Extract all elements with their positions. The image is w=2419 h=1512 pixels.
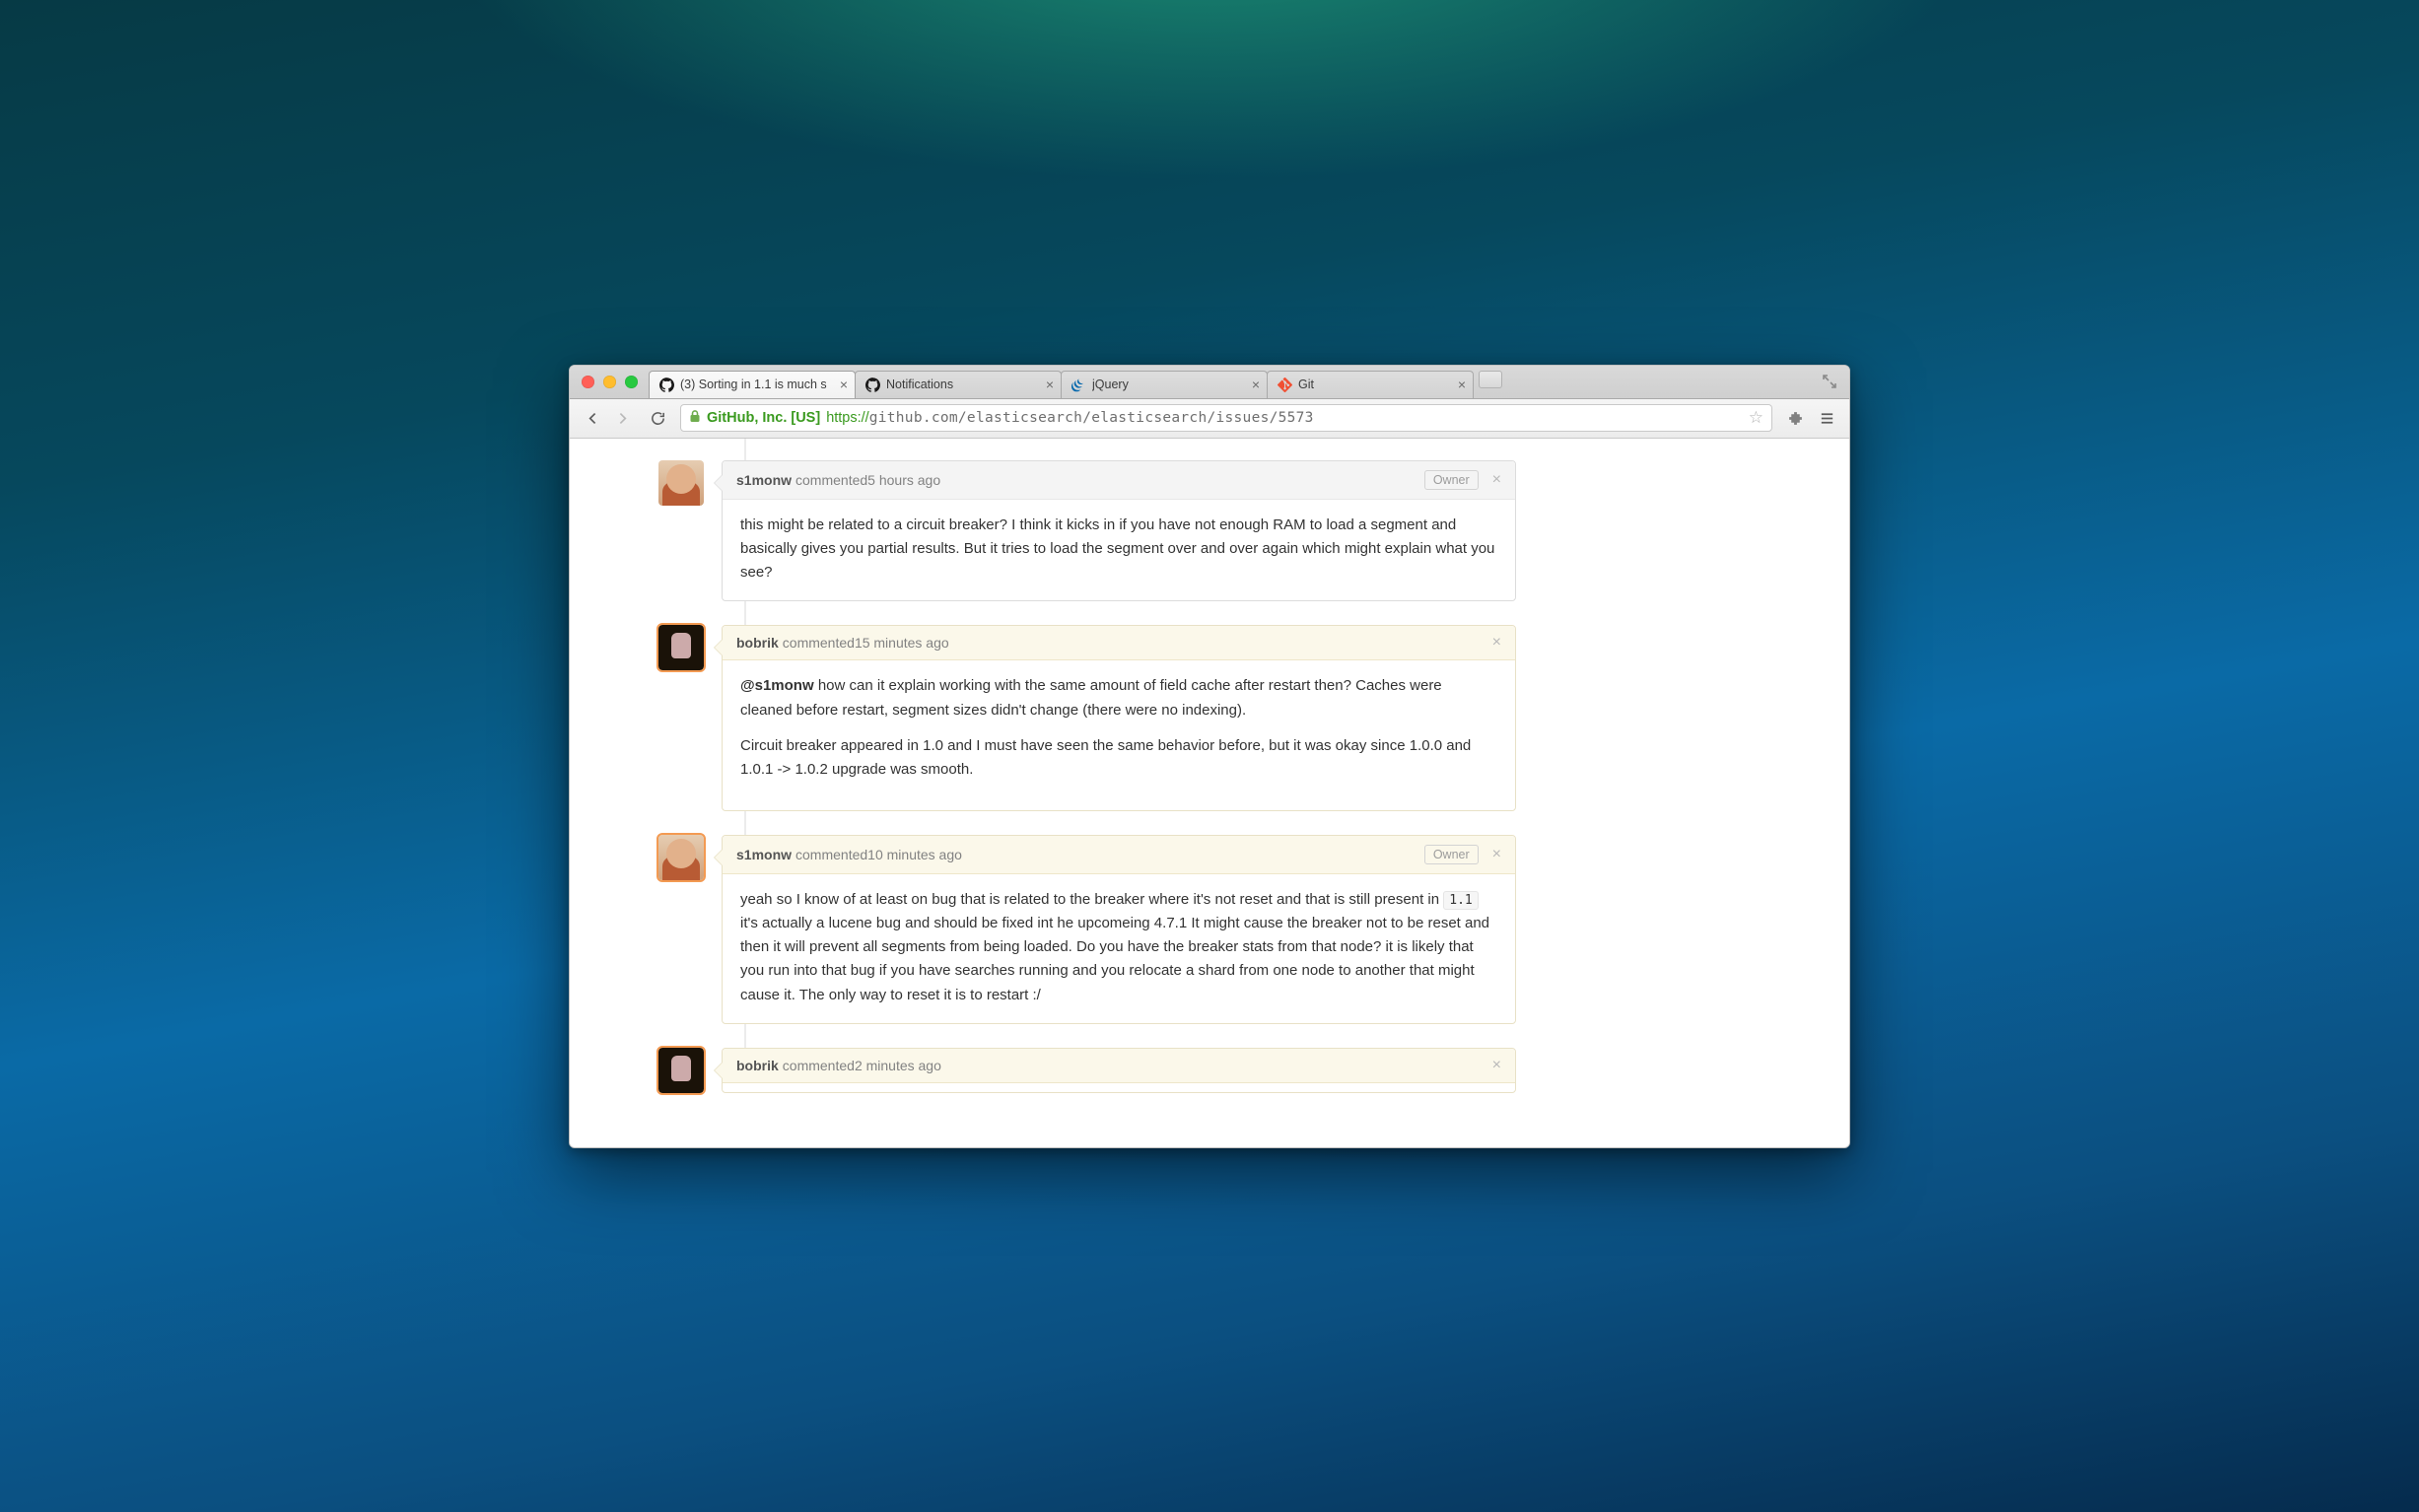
browser-window: (3) Sorting in 1.1 is much s×Notificatio… bbox=[569, 365, 1850, 1148]
comment-body: @s1monw how can it explain working with … bbox=[723, 660, 1515, 809]
comment-author[interactable]: bobrik bbox=[736, 1058, 779, 1073]
issue-comment: s1monwcommented 10 minutes ago Owner × yeah… bbox=[658, 835, 1516, 1024]
browser-tab[interactable]: Notifications × bbox=[855, 371, 1062, 398]
new-tab-button[interactable] bbox=[1479, 371, 1502, 388]
tab-title: Notifications bbox=[886, 378, 953, 391]
commented-label: commented bbox=[795, 472, 867, 488]
github-favicon-icon bbox=[659, 378, 674, 392]
comment-bubble: s1monwcommented 5 hours ago Owner × this mi… bbox=[722, 460, 1516, 602]
tab-strip: (3) Sorting in 1.1 is much s×Notificatio… bbox=[570, 366, 1849, 399]
delete-comment-icon[interactable]: × bbox=[1492, 847, 1501, 862]
forward-button[interactable] bbox=[609, 405, 635, 431]
git-favicon-icon bbox=[1278, 378, 1292, 392]
zoom-window-button[interactable] bbox=[625, 376, 638, 388]
delete-comment-icon[interactable]: × bbox=[1492, 635, 1501, 651]
comment-author[interactable]: bobrik bbox=[736, 635, 779, 651]
owner-badge: Owner bbox=[1424, 845, 1479, 864]
close-tab-icon[interactable]: × bbox=[1046, 378, 1054, 391]
comment-bubble: s1monwcommented 10 minutes ago Owner × yeah… bbox=[722, 835, 1516, 1024]
tab-title: (3) Sorting in 1.1 is much s bbox=[680, 378, 827, 391]
browser-tab[interactable]: jQuery × bbox=[1061, 371, 1268, 398]
back-button[interactable] bbox=[580, 405, 605, 431]
commented-label: commented bbox=[783, 1058, 855, 1073]
avatar[interactable] bbox=[658, 625, 704, 670]
commented-label: commented bbox=[795, 847, 867, 862]
close-tab-icon[interactable]: × bbox=[1252, 378, 1260, 391]
ev-cert-label: GitHub, Inc. [US] bbox=[707, 410, 820, 426]
avatar[interactable] bbox=[658, 1048, 704, 1093]
github-favicon-icon bbox=[865, 378, 880, 392]
comment-header: s1monwcommented 5 hours ago Owner × bbox=[723, 461, 1515, 500]
comment-timestamp[interactable]: 2 minutes ago bbox=[855, 1058, 941, 1073]
jquery-favicon-icon bbox=[1071, 378, 1086, 392]
comment-body: yeah so I know of at least on bug that i… bbox=[723, 874, 1515, 1023]
extensions-button[interactable] bbox=[1782, 405, 1808, 431]
tab-title: Git bbox=[1298, 378, 1314, 391]
comment-body: this might be related to a circuit break… bbox=[723, 500, 1515, 601]
issue-comment: s1monwcommented 5 hours ago Owner × this mi… bbox=[658, 460, 1516, 602]
reload-button[interactable] bbox=[645, 405, 670, 431]
comment-header: s1monwcommented 10 minutes ago Owner × bbox=[723, 836, 1515, 874]
delete-comment-icon[interactable]: × bbox=[1492, 472, 1501, 488]
browser-tab[interactable]: Git × bbox=[1267, 371, 1474, 398]
comment-author[interactable]: s1monw bbox=[736, 847, 792, 862]
close-tab-icon[interactable]: × bbox=[1458, 378, 1466, 391]
delete-comment-icon[interactable]: × bbox=[1492, 1058, 1501, 1073]
minimize-window-button[interactable] bbox=[603, 376, 616, 388]
comment-timestamp[interactable]: 10 minutes ago bbox=[867, 847, 962, 862]
comment-timestamp[interactable]: 5 hours ago bbox=[867, 472, 940, 488]
browser-toolbar: GitHub, Inc. [US] https://github.com/ela… bbox=[570, 399, 1849, 439]
avatar[interactable] bbox=[658, 460, 704, 506]
address-bar[interactable]: GitHub, Inc. [US] https://github.com/ela… bbox=[680, 404, 1772, 432]
bookmark-star-icon[interactable]: ☆ bbox=[1749, 408, 1763, 428]
tab-title: jQuery bbox=[1092, 378, 1129, 391]
menu-button[interactable] bbox=[1814, 405, 1839, 431]
owner-badge: Owner bbox=[1424, 470, 1479, 490]
comment-bubble: bobrikcommented 15 minutes ago × @s1monw h… bbox=[722, 625, 1516, 810]
comment-author[interactable]: s1monw bbox=[736, 472, 792, 488]
lock-icon bbox=[689, 410, 701, 426]
comment-bubble: bobrik commented 2 minutes ago × bbox=[722, 1048, 1516, 1093]
browser-tab[interactable]: (3) Sorting in 1.1 is much s × bbox=[649, 371, 856, 398]
issue-comment: bobrik commented 2 minutes ago × bbox=[658, 1048, 1516, 1093]
avatar[interactable] bbox=[658, 835, 704, 880]
commented-label: commented bbox=[783, 635, 855, 651]
comment-header: bobrikcommented 15 minutes ago × bbox=[723, 626, 1515, 660]
page-content: s1monwcommented 5 hours agoOwner×this mi… bbox=[570, 439, 1849, 1147]
close-tab-icon[interactable]: × bbox=[840, 378, 848, 391]
enter-fullscreen-button[interactable] bbox=[1822, 374, 1837, 389]
url-text: https://github.com/elasticsearch/elastic… bbox=[826, 410, 1314, 426]
close-window-button[interactable] bbox=[582, 376, 594, 388]
comment-header: bobrik commented 2 minutes ago × bbox=[723, 1049, 1515, 1083]
issue-comment: bobrikcommented 15 minutes ago × @s1monw h… bbox=[658, 625, 1516, 810]
comment-timestamp[interactable]: 15 minutes ago bbox=[855, 635, 949, 651]
window-controls bbox=[582, 376, 638, 388]
issue-comment-thread: s1monwcommented 5 hours agoOwner×this mi… bbox=[658, 439, 1516, 1094]
